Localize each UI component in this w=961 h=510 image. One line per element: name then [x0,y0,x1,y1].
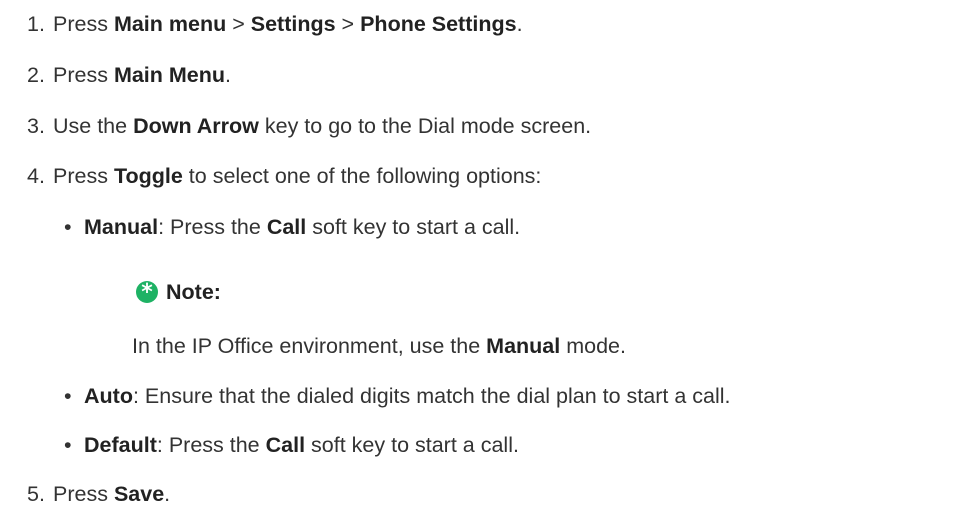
key-term: Call [265,433,306,457]
key-term: Call [266,215,307,239]
step-5: 5. Press Save. [27,482,171,506]
menu-term: Phone Settings [360,12,517,36]
bullet: • [64,215,72,239]
step-3: 3. Use the Down Arrow key to go to the Di… [27,114,592,138]
option-label: Manual [84,215,159,239]
mode-term: Manual [486,334,561,358]
asterisk-note-icon: * [136,281,158,304]
menu-term: Main Menu [113,63,226,87]
step-4: 4. Press Toggle to select one of the foll… [27,164,542,188]
option-default: • Default: Press the Call soft key to sta… [64,433,519,457]
bullet: • [64,384,72,408]
note-text: In the IP Office environment, use the Ma… [132,334,626,358]
option-auto: • Auto: Ensure that the dialed digits mat… [64,384,731,408]
key-term: Save [113,482,165,506]
option-manual: • Manual: Press the Call soft key to star… [64,215,521,239]
menu-term: Settings [250,12,336,36]
key-term: Toggle [113,164,183,188]
step-number: 4. [27,164,45,188]
key-term: Down Arrow [133,114,259,138]
option-label: Default [84,433,157,457]
step-number: 3. [27,114,45,138]
step-2: 2. Press Main Menu. [27,63,232,87]
bullet: • [64,433,72,457]
step-number: 2. [27,63,45,87]
menu-term: Main menu [113,12,227,36]
note-title: Note: [166,280,221,304]
step-1: 1. Press Main menu > Settings > Phone Set… [27,12,523,36]
option-label: Auto [84,384,133,408]
step-number: 1. [27,12,45,36]
step-number: 5. [27,482,45,506]
